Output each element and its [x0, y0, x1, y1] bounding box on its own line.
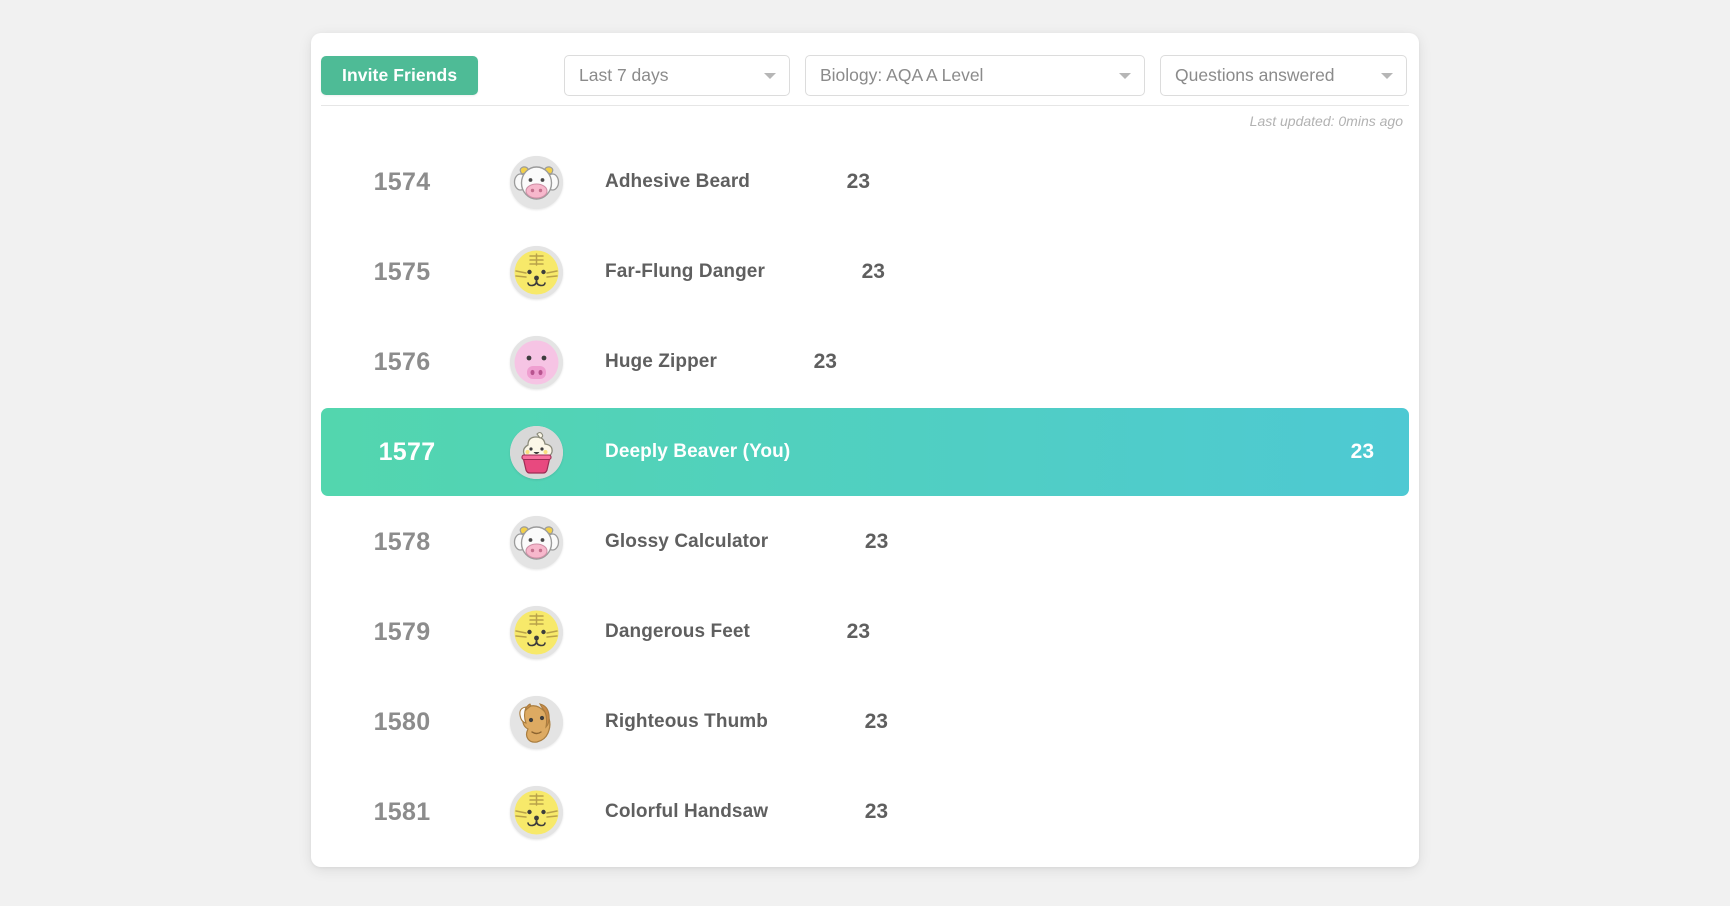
score-value: 23	[864, 710, 888, 733]
rank-value: 1574	[373, 167, 431, 196]
leaderboard-toolbar: Invite Friends Last 7 days Biology: AQA …	[311, 33, 1419, 105]
score-value: 23	[1350, 440, 1374, 463]
period-filter-select[interactable]: Last 7 days	[564, 55, 790, 96]
table-row-wrapper: 1575 Far-Flung Danger 23	[311, 227, 1419, 317]
subject-filter-select[interactable]: Biology: AQA A Level	[805, 55, 1145, 96]
metric-filter-select[interactable]: Questions answered	[1160, 55, 1407, 96]
table-row[interactable]: 1575 Far-Flung Danger 23	[311, 227, 920, 317]
player-name: Deeply Beaver (You)	[605, 441, 791, 462]
tiger-avatar	[509, 245, 563, 299]
player-name: Glossy Calculator	[605, 531, 769, 552]
player-name: Huge Zipper	[605, 351, 717, 372]
subject-filter-value: Biology: AQA A Level	[820, 65, 984, 85]
player-name: Adhesive Beard	[605, 171, 751, 192]
rank-value: 1579	[373, 617, 431, 646]
score-value: 23	[813, 350, 837, 373]
score-value: 23	[846, 170, 871, 193]
player-name: Far-Flung Danger	[605, 261, 765, 282]
avatar-cell	[493, 605, 579, 659]
player-name: Righteous Thumb	[605, 711, 768, 732]
metric-filter-value: Questions answered	[1175, 65, 1335, 85]
cupcake-avatar	[509, 425, 563, 479]
table-row-wrapper: 1580 Righteous Thumb 23	[311, 677, 1419, 767]
rank-value: 1576	[373, 347, 431, 376]
table-row[interactable]: 1574 Adhesive Beard 23	[311, 137, 905, 227]
page-bottom-strip	[0, 892, 1730, 906]
last-updated-label: Last updated: 0mins ago	[1249, 113, 1403, 129]
tiger-avatar	[509, 785, 563, 839]
horse-avatar	[509, 695, 563, 749]
score-value: 23	[861, 260, 885, 283]
toolbar-divider	[321, 105, 1409, 106]
score-value: 23	[864, 530, 889, 553]
cow-avatar	[509, 515, 563, 569]
period-filter-value: Last 7 days	[579, 65, 669, 85]
cow-avatar	[509, 155, 563, 209]
player-name: Colorful Handsaw	[605, 801, 769, 822]
rank-value: 1578	[373, 527, 431, 556]
score-value: 23	[864, 800, 889, 823]
table-row[interactable]: 1579 Dangerous Feet 23	[311, 587, 905, 677]
invite-friends-button[interactable]: Invite Friends	[321, 56, 479, 95]
chevron-down-icon	[1376, 72, 1398, 79]
table-row[interactable]: 1580 Righteous Thumb 23	[311, 677, 923, 767]
table-row-wrapper: 1577 Deeply Beaver (You) 23	[311, 407, 1419, 497]
table-row[interactable]: 1576 Huge Zipper 23	[311, 317, 872, 407]
chevron-down-icon	[759, 72, 781, 79]
score-value: 23	[846, 620, 870, 643]
rank-value: 1580	[373, 707, 431, 736]
rank-value: 1581	[373, 797, 431, 826]
leaderboard-rows: 1574 Adhesive Beard 23 1575 Far-Flung Da…	[311, 137, 1419, 857]
avatar-cell	[493, 425, 579, 479]
avatar-cell	[493, 335, 579, 389]
table-row[interactable]: 1578 Glossy Calculator 23	[311, 497, 923, 587]
tiger-avatar	[509, 605, 563, 659]
rank-value: 1575	[373, 257, 431, 286]
table-row-wrapper: 1578 Glossy Calculator 23	[311, 497, 1419, 587]
avatar-cell	[493, 155, 579, 209]
leaderboard-card: Invite Friends Last 7 days Biology: AQA …	[311, 33, 1419, 867]
table-row[interactable]: 1581 Colorful Handsaw 23	[311, 767, 923, 857]
avatar-cell	[493, 515, 579, 569]
avatar-cell	[493, 245, 579, 299]
rank-value: 1577	[378, 437, 436, 466]
avatar-cell	[493, 785, 579, 839]
table-row-wrapper: 1574 Adhesive Beard 23	[311, 137, 1419, 227]
pig-avatar	[509, 335, 563, 389]
table-row-wrapper: 1581 Colorful Handsaw 23	[311, 767, 1419, 857]
avatar-cell	[493, 695, 579, 749]
player-name: Dangerous Feet	[605, 621, 750, 642]
table-row-wrapper: 1576 Huge Zipper 23	[311, 317, 1419, 407]
chevron-down-icon	[1114, 72, 1136, 79]
table-row-current-user[interactable]: 1577 Deeply Beaver (You) 23	[321, 408, 1409, 496]
table-row-wrapper: 1579 Dangerous Feet 23	[311, 587, 1419, 677]
page-root: Invite Friends Last 7 days Biology: AQA …	[0, 0, 1730, 906]
